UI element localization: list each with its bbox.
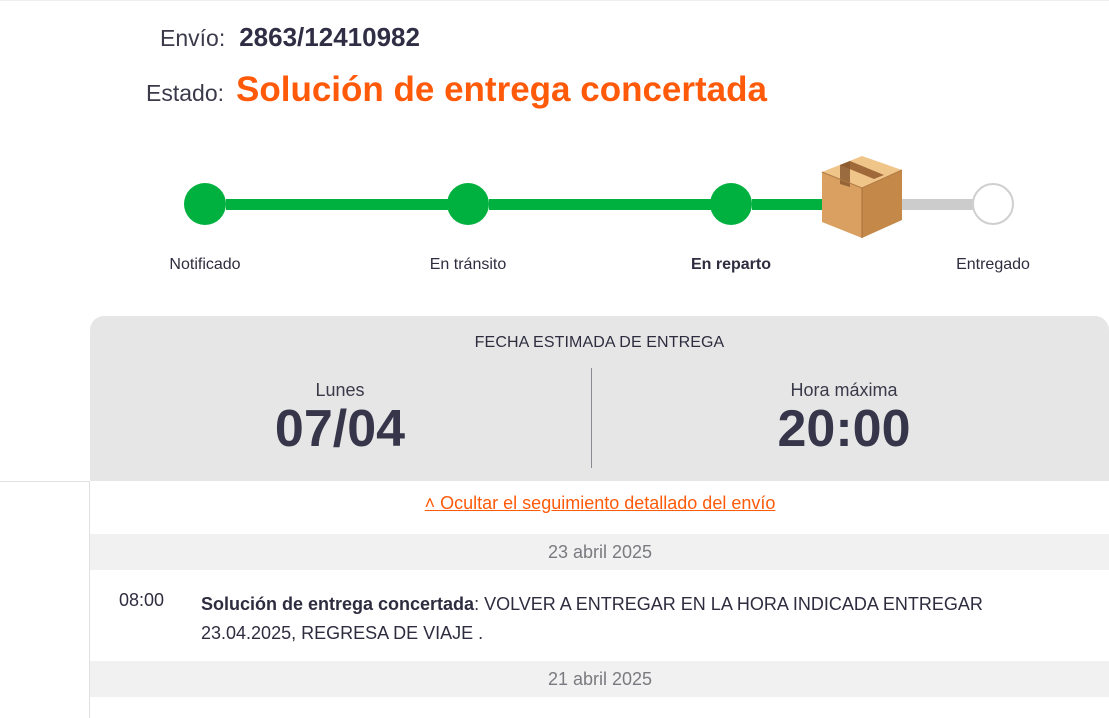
date-header: 21 abril 2025 xyxy=(90,661,1109,697)
step-dot-en-transito xyxy=(447,183,489,225)
shipment-number: 2863/12410982 xyxy=(239,22,420,52)
event-description: Solución de entrega concertada: VOLVER A… xyxy=(201,590,1081,648)
step-label-entregado: Entregado xyxy=(956,256,1030,273)
top-divider xyxy=(0,0,1109,1)
status-value: Solución de entrega concertada xyxy=(236,70,767,109)
status-label: Estado: xyxy=(146,80,224,106)
step-dot-entregado xyxy=(972,183,1014,225)
date-header: 23 abril 2025 xyxy=(90,534,1109,570)
track-segment-2 xyxy=(489,199,711,210)
event-time: 08:00 xyxy=(119,590,165,610)
step-label-en-reparto: En reparto xyxy=(690,256,771,273)
estimate-date-block: Lunes 07/04 xyxy=(190,380,490,455)
estimated-delivery-panel: FECHA ESTIMADA DE ENTREGA Lunes 07/04 Ho… xyxy=(90,316,1109,481)
track-segment-1 xyxy=(226,199,448,210)
step-label-en-transito: En tránsito xyxy=(429,256,507,273)
step-dot-en-reparto xyxy=(710,183,752,225)
shipment-status-row: Estado: Solución de entrega concertada xyxy=(146,70,767,110)
event-title: Solución de entrega concertada xyxy=(201,594,475,614)
left-divider xyxy=(0,481,90,482)
shipment-label: Envío: xyxy=(160,25,226,51)
estimate-day-label: Lunes xyxy=(315,380,365,400)
estimate-time-label: Hora máxima xyxy=(790,380,898,400)
estimate-divider xyxy=(591,368,592,468)
estimate-title: FECHA ESTIMADA DE ENTREGA xyxy=(474,334,725,351)
step-dot-notificado xyxy=(184,183,226,225)
shipment-number-row: Envío: 2863/12410982 xyxy=(160,22,420,53)
estimate-time: 20:00 xyxy=(777,400,911,458)
step-label-notificado: Notificado xyxy=(169,256,241,273)
hide-tracking-link[interactable]: ˄ Ocultar el seguimiento detallado del e… xyxy=(90,493,1109,514)
estimate-time-block: Hora máxima 20:00 xyxy=(694,380,994,455)
estimate-date: 07/04 xyxy=(274,400,406,458)
package-box-icon xyxy=(821,156,903,238)
track-segment-3-pending xyxy=(895,199,977,210)
